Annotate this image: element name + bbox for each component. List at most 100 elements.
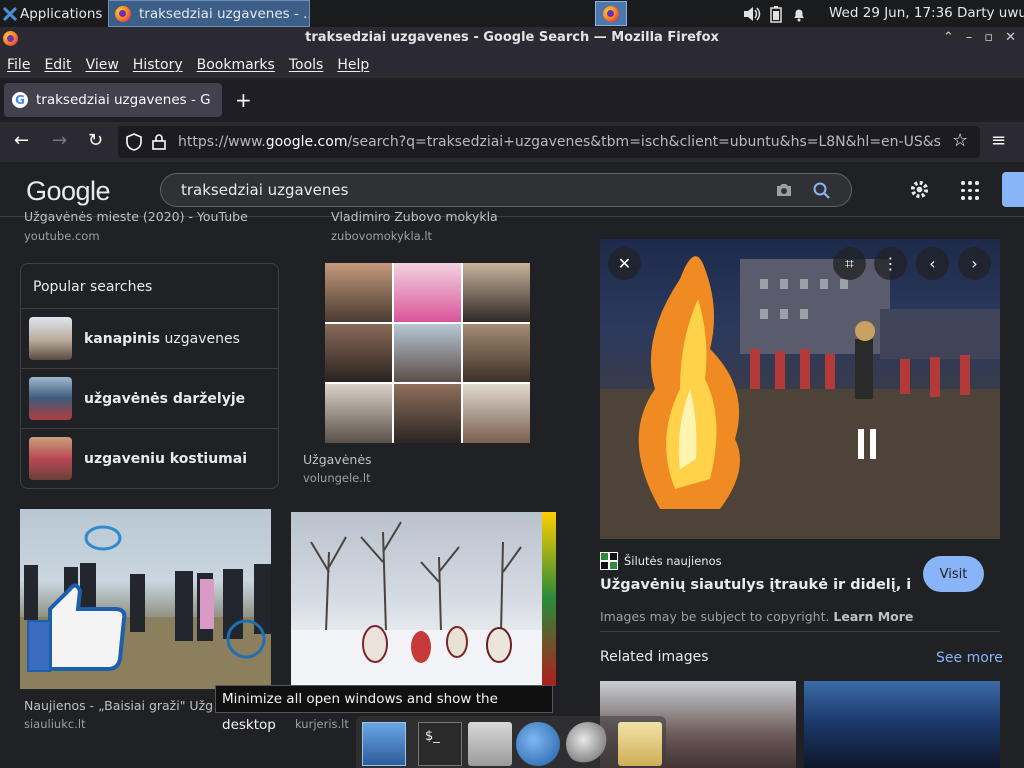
google-favicon-icon: G: [12, 92, 28, 108]
close-preview-button[interactable]: ✕: [608, 247, 641, 280]
learn-more-link[interactable]: Learn More: [833, 609, 913, 624]
preview-photo: [600, 256, 1000, 539]
window-titlebar: traksedziai uzgavenes - Google Search — …: [0, 27, 1024, 51]
preview-source-name: Šilutės naujienos: [624, 554, 722, 568]
close-icon[interactable]: ✕: [1005, 27, 1016, 49]
window-title: traksedziai uzgavenes - Google Search — …: [305, 30, 719, 45]
folder-icon[interactable]: [618, 722, 662, 766]
firefox-icon: [3, 31, 18, 46]
more-options-button[interactable]: ⋮: [874, 247, 907, 280]
url-bar[interactable]: https://www. google.com/search?q=traksedz…: [118, 126, 980, 158]
popular-searches-title: Popular searches: [33, 279, 153, 295]
search-input[interactable]: traksedziai uzgavenes: [160, 173, 852, 207]
result-source: volungele.lt: [303, 471, 371, 485]
applications-menu[interactable]: Applications: [0, 0, 108, 27]
xfce-icon: [3, 6, 17, 21]
chevron-right-icon: ›: [971, 254, 978, 273]
user-name[interactable]: Darty uwu: [957, 5, 1024, 21]
search-query: traksedziai uzgavenes: [181, 181, 349, 199]
bookmark-star-icon[interactable]: ☆: [952, 130, 968, 151]
menu-history[interactable]: History: [133, 57, 183, 73]
shield-icon[interactable]: [126, 133, 142, 151]
result-source: youtube.com: [24, 229, 100, 243]
thumbnail: [29, 377, 72, 420]
menu-bookmarks[interactable]: Bookmarks: [197, 57, 275, 73]
tab-bar: G traksedziai uzgavenes - G +: [0, 78, 1024, 122]
menu-help[interactable]: Help: [337, 57, 369, 73]
preview-source[interactable]: Šilutės naujienos: [600, 552, 722, 570]
hamburger-menu-icon[interactable]: ≡: [991, 130, 1006, 151]
divider: [600, 631, 1000, 632]
back-arrow-icon[interactable]: ←: [14, 130, 29, 151]
volume-icon[interactable]: [743, 6, 761, 22]
result-title[interactable]: Užgavėnės: [303, 452, 372, 467]
result-title[interactable]: Užgavėnės mieste (2020) - YouTube: [24, 209, 274, 224]
forward-arrow-icon[interactable]: →: [52, 130, 67, 151]
navigation-bar: ← → ↻ https://www. google.com/search?q=tr…: [0, 122, 1024, 162]
result-source: siauliukc.lt: [24, 717, 86, 731]
sign-in-button[interactable]: [1002, 172, 1024, 207]
firefox-icon: [115, 5, 131, 22]
google-apps-icon[interactable]: [961, 181, 979, 200]
menu-edit[interactable]: Edit: [44, 57, 71, 73]
result-image-collage[interactable]: [325, 263, 530, 443]
tab-label: traksedziai uzgavenes - G: [36, 92, 211, 108]
firefox-icon: [603, 5, 619, 22]
applications-label: Applications: [20, 5, 103, 22]
menu-bar: File Edit View History Bookmarks Tools H…: [0, 51, 1024, 78]
web-browser-icon[interactable]: [516, 722, 560, 766]
result-image[interactable]: [20, 509, 271, 689]
next-image-button[interactable]: ›: [958, 247, 991, 280]
dock-panel: $_: [356, 716, 666, 768]
related-image[interactable]: [804, 681, 1000, 768]
show-desktop-tooltip: Minimize all open windows and show the d…: [215, 685, 553, 733]
show-desktop-icon[interactable]: [362, 722, 406, 766]
popular-search-item[interactable]: uzgaveniu kostiumai: [21, 428, 278, 488]
google-logo[interactable]: Google: [26, 176, 111, 207]
search-icon[interactable]: [812, 181, 832, 201]
workspace-pager[interactable]: [595, 1, 627, 26]
taskbar-window-button[interactable]: traksedziai uzgavenes - ...: [108, 0, 310, 27]
see-more-link[interactable]: See more: [936, 650, 1003, 666]
tab-google-search[interactable]: G traksedziai uzgavenes - G: [4, 83, 222, 117]
notification-bell-icon[interactable]: [791, 6, 807, 22]
reload-icon[interactable]: ↻: [88, 130, 103, 151]
result-title[interactable]: Naujienos - „Baisiai graži" Užgavėnių: [24, 698, 214, 713]
chevron-up-icon[interactable]: ⌃: [943, 27, 954, 49]
site-favicon-icon: [600, 552, 618, 570]
minimize-icon[interactable]: –: [966, 27, 973, 49]
maximize-icon[interactable]: ▫: [984, 27, 993, 49]
menu-file[interactable]: File: [7, 57, 30, 73]
system-taskbar: Applications traksedziai uzgavenes - ...…: [0, 0, 1024, 27]
gear-icon[interactable]: [908, 178, 931, 201]
popular-searches-panel: Popular searches kanapinis uzgavenes užg…: [20, 263, 279, 489]
more-vert-icon: ⋮: [882, 254, 899, 273]
popular-search-item[interactable]: kanapinis uzgavenes: [21, 308, 278, 368]
new-tab-button[interactable]: +: [235, 88, 252, 112]
system-tray: [743, 0, 807, 27]
lens-button[interactable]: ⌗: [833, 247, 866, 280]
home-folder-icon[interactable]: [468, 722, 512, 766]
thumbnail: [29, 317, 72, 360]
google-images-page: Google traksedziai uzgavenes Užgavėnės m…: [0, 162, 1024, 768]
menu-view[interactable]: View: [86, 57, 119, 73]
result-image[interactable]: [291, 512, 556, 686]
battery-icon[interactable]: [770, 5, 782, 23]
lens-icon: ⌗: [844, 253, 854, 273]
result-source: kurjeris.lt: [295, 717, 349, 731]
camera-icon[interactable]: [775, 181, 793, 199]
popular-search-item[interactable]: užgavėnės darželyje: [21, 368, 278, 428]
preview-image[interactable]: ✕ ⌗ ⋮ ‹ ›: [600, 239, 1000, 539]
lock-icon[interactable]: [152, 134, 166, 150]
clock[interactable]: Wed 29 Jun, 17:36: [829, 5, 953, 21]
menu-tools[interactable]: Tools: [289, 57, 324, 73]
previous-image-button[interactable]: ‹: [916, 247, 949, 280]
popular-search-label: kanapinis uzgavenes: [84, 330, 240, 347]
terminal-icon[interactable]: $_: [418, 722, 462, 766]
url-prefix: https://www.: [178, 134, 266, 150]
result-title[interactable]: Vladimiro Zubovo mokykla: [331, 209, 498, 224]
visit-button[interactable]: Visit: [923, 556, 984, 592]
search-icon[interactable]: [566, 722, 610, 766]
preview-title[interactable]: Užgavėnių siautulys įtraukė ir didelį, i…: [600, 577, 910, 593]
copyright-notice: Images may be subject to copyright. Lear…: [600, 609, 914, 624]
